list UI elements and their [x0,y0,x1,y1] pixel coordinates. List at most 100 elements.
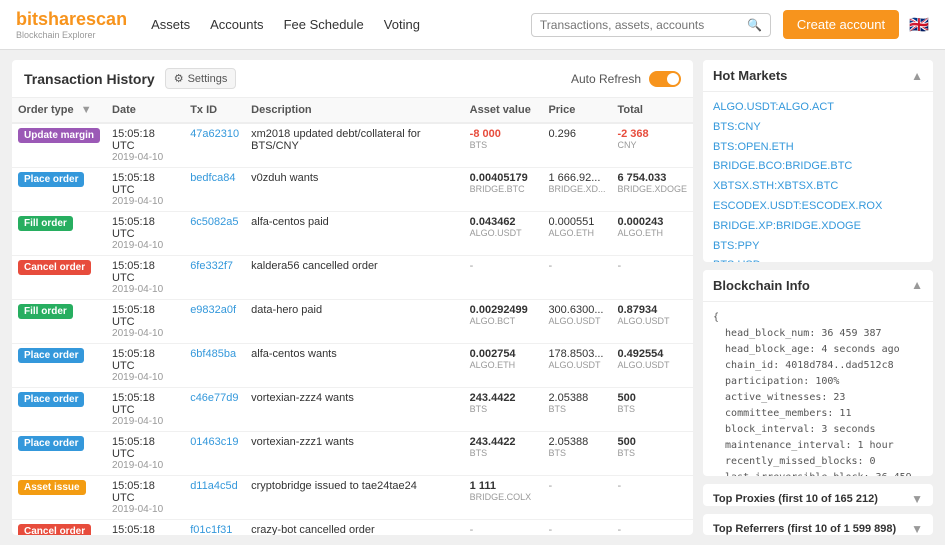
description-cell: alfa-centos paid [245,212,464,256]
asset-value: 0.00405179 [470,172,537,184]
description-text: alfa-centos paid [251,216,329,228]
top-referrers-chevron-icon[interactable]: ▼ [911,522,923,535]
transaction-table-body: Update margin 15:05:18 UTC 2019-04-10 47… [12,123,693,535]
description-text: vortexian-zzz4 wants [251,392,354,404]
blockchain-info-chevron-icon[interactable]: ▲ [911,278,923,292]
total-sub: ALGO.ETH [617,228,687,238]
asset-value-cell: 0.00405179BRIDGE.BTC [464,168,543,212]
total-sub: BTS [617,448,687,458]
tx-link[interactable]: f01c1f31 [190,524,232,535]
tx-link[interactable]: e9832a0f [190,304,236,316]
order-type-cell: Fill order [12,300,106,344]
blockchain-info-title: Blockchain Info [713,278,810,293]
tx-link[interactable]: d11a4c5d [190,480,238,492]
total-cell: -2 368CNY [611,123,693,168]
top-proxies-chevron-icon[interactable]: ▼ [911,492,923,505]
tx-link[interactable]: 6fe332f7 [190,260,233,272]
order-type-cell: Cancel order [12,520,106,536]
col-total: Total [611,98,693,123]
asset-sub: BTS [470,448,537,458]
description-cell: alfa-centos wants [245,344,464,388]
top-referrers-header[interactable]: Top Referrers (first 10 of 1 599 898) ▼ [703,514,933,535]
tx-link[interactable]: 6bf485ba [190,348,236,360]
date-value: 2019-04-10 [112,240,178,251]
asset-value: 0.002754 [470,348,537,360]
tx-link[interactable]: c46e77d9 [190,392,238,404]
market-link-item[interactable]: BRIDGE.BCO:BRIDGE.BTC [713,157,923,177]
asset-dash: - [470,260,474,272]
top-proxies-header[interactable]: Top Proxies (first 10 of 165 212) ▼ [703,484,933,505]
date-cell: 15:05:18 UTC 2019-04-10 [106,300,184,344]
description-cell: vortexian-zzz1 wants [245,432,464,476]
nav-assets[interactable]: Assets [151,17,190,32]
total-dash: - [617,524,621,535]
price-cell: 2.05388BTS [542,432,611,476]
settings-button[interactable]: ⚙ Settings [165,68,237,89]
market-link-item[interactable]: ESCODEX.USDT:ESCODEX.ROX [713,197,923,217]
tx-link[interactable]: 6c5082a5 [190,216,238,228]
date-value: 2019-04-10 [112,284,178,295]
tx-link[interactable]: bedfca84 [190,172,235,184]
asset-sub: BTS [470,404,537,414]
auto-refresh-toggle[interactable] [649,71,681,87]
date-cell: 15:05:18 UTC 2019-04-10 [106,432,184,476]
search-bar[interactable]: 🔍 [531,13,771,37]
nav-accounts[interactable]: Accounts [210,17,263,32]
tx-link[interactable]: 01463c19 [190,436,238,448]
hot-markets-chevron-icon[interactable]: ▲ [911,69,923,83]
tx-id-cell: 6c5082a5 [184,212,245,256]
nav-fee-schedule[interactable]: Fee Schedule [284,17,364,32]
table-row: Place order 15:05:18 UTC 2019-04-10 bedf… [12,168,693,212]
market-link-item[interactable]: BTS:PPY [713,237,923,257]
main-container: Transaction History ⚙ Settings Auto Refr… [0,50,945,545]
time-value: 15:05:18 UTC [112,128,178,152]
panel-title: Transaction History [24,71,155,87]
search-input[interactable] [540,18,743,32]
create-account-button[interactable]: Create account [783,10,899,39]
market-link-item[interactable]: BTS:OPEN.ETH [713,138,923,158]
main-nav: Assets Accounts Fee Schedule Voting [151,17,420,32]
language-flag-icon[interactable]: 🇬🇧 [909,15,929,35]
price-dash: - [548,480,552,492]
tx-link[interactable]: 47a62310 [190,128,239,140]
top-proxies-section: Top Proxies (first 10 of 165 212) ▼ [703,484,933,505]
panel-header: Transaction History ⚙ Settings Auto Refr… [12,60,693,98]
price-cell: 300.6300...ALGO.USDT [542,300,611,344]
description-cell: vortexian-zzz4 wants [245,388,464,432]
date-value: 2019-04-10 [112,328,178,339]
market-link-item[interactable]: BRIDGE.XP:BRIDGE.XDOGE [713,217,923,237]
time-value: 15:05:18 UTC [112,172,178,196]
filter-icon[interactable]: ▼ [81,104,92,116]
tx-id-cell: 47a62310 [184,123,245,168]
price-value: 1 666.92... [548,172,605,184]
total-value: 0.87934 [617,304,687,316]
description-cell: v0zduh wants [245,168,464,212]
order-type-cell: Fill order [12,212,106,256]
market-link-item[interactable]: XBTSX.STH:XBTSX.BTC [713,177,923,197]
order-badge: Place order [18,392,84,407]
time-value: 15:05:18 UTC [112,348,178,372]
blockchain-info-section: Blockchain Info ▲ { head_block_num: 36 4… [703,270,933,476]
market-link-item[interactable]: ALGO.USDT:ALGO.ACT [713,98,923,118]
market-link-item[interactable]: BTS:CNY [713,118,923,138]
logo-subtitle: Blockchain Explorer [16,30,127,40]
total-value: 6 754.033 [617,172,687,184]
tx-id-cell: c46e77d9 [184,388,245,432]
total-value: -2 368 [617,128,687,140]
market-link-item[interactable]: BTS:USD [713,256,923,261]
price-cell: - [542,476,611,520]
asset-value-cell: - [464,520,543,536]
price-value: 2.05388 [548,436,605,448]
asset-value-cell: 243.4422BTS [464,388,543,432]
hot-markets-header: Hot Markets ▲ [703,60,933,92]
order-badge: Place order [18,436,84,451]
nav-voting[interactable]: Voting [384,17,420,32]
col-tx-id: Tx ID [184,98,245,123]
asset-value-cell: -8 000BTS [464,123,543,168]
col-price: Price [542,98,611,123]
description-text: data-hero paid [251,304,322,316]
date-cell: 15:05:18 UTC 2019-04-10 [106,256,184,300]
date-cell: 15:05:18 UTC 2019-04-10 [106,212,184,256]
tx-id-cell: f01c1f31 [184,520,245,536]
price-sub: BRIDGE.XD... [548,184,605,194]
